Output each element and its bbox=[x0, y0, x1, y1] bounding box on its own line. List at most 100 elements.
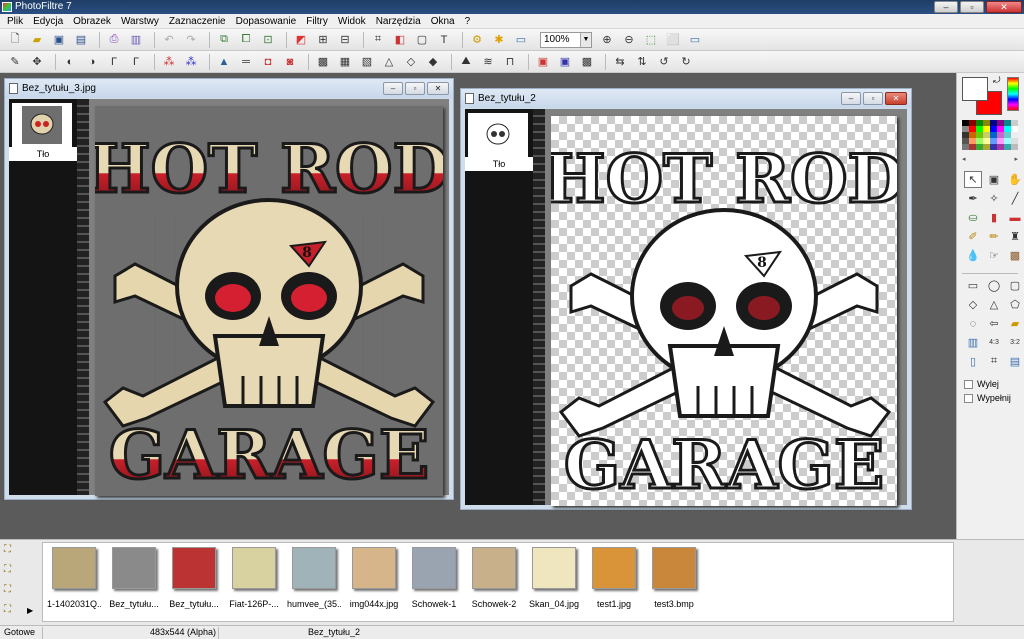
magic-wand-icon[interactable]: ✧ bbox=[985, 190, 1003, 207]
zoom-select[interactable]: 100% ▼ bbox=[540, 31, 592, 48]
drop-icon[interactable]: ◇ bbox=[402, 54, 420, 70]
flip-horizontal-icon[interactable]: ⇆ bbox=[611, 54, 629, 70]
thumbnail-image[interactable] bbox=[352, 547, 396, 589]
plugin-icon[interactable]: ✱ bbox=[490, 32, 508, 48]
palette-swatch[interactable] bbox=[990, 144, 997, 150]
document-titlebar[interactable]: Bez_tytułu_2 – ▫ ✕ bbox=[461, 89, 911, 108]
sharpen-more-icon[interactable]: ▧ bbox=[358, 54, 376, 70]
image-size-icon[interactable]: ⊞ bbox=[314, 32, 332, 48]
pencil-icon[interactable]: ✏ bbox=[985, 228, 1003, 245]
close-button[interactable]: ✕ bbox=[885, 92, 907, 105]
adjust-icon[interactable]: ◧ bbox=[391, 32, 409, 48]
rectangle-icon[interactable]: ▭ bbox=[964, 277, 982, 294]
thumbnail-item[interactable]: Fiat-126P-... bbox=[227, 547, 281, 609]
rotate-left-icon[interactable]: ↺ bbox=[655, 54, 673, 70]
eyedropper-icon[interactable]: ✒ bbox=[964, 190, 982, 207]
fit-image-icon[interactable]: ⬚ bbox=[642, 32, 660, 48]
palette-swatch[interactable] bbox=[983, 144, 990, 150]
ratio-32-icon[interactable]: 3:2 bbox=[1006, 334, 1024, 351]
blur-icon[interactable]: ▩ bbox=[314, 54, 332, 70]
copy-icon[interactable]: ⧉ bbox=[215, 32, 233, 48]
emboss-icon[interactable]: ◆ bbox=[424, 54, 442, 70]
menu-dopasowanie[interactable]: Dopasowanie bbox=[231, 16, 302, 27]
close-button[interactable]: ✕ bbox=[427, 82, 449, 95]
play-icon[interactable]: ▶ bbox=[27, 606, 33, 615]
document-window-1[interactable]: Bez_tytułu_3.jpg – ▫ ✕ Tło 8 HOT ROD GAR… bbox=[4, 78, 454, 500]
crop-icon[interactable]: ⌗ bbox=[369, 32, 387, 48]
thumbnail-image[interactable] bbox=[172, 547, 216, 589]
fill-option[interactable]: Wypełnij bbox=[964, 393, 1011, 403]
automation-icon[interactable]: ⚙ bbox=[468, 32, 486, 48]
color-icon[interactable]: ◩ bbox=[292, 32, 310, 48]
hsv-icon[interactable]: ⁂ bbox=[182, 54, 200, 70]
cursor-move-icon[interactable]: ✥ bbox=[28, 54, 46, 70]
levels-icon[interactable]: ⊓ bbox=[501, 54, 519, 70]
screen-icon[interactable]: ▭ bbox=[512, 32, 530, 48]
maximize-button[interactable]: ▫ bbox=[863, 92, 883, 105]
landscape-icon[interactable]: ⛰ bbox=[457, 54, 475, 70]
palette-swatch[interactable] bbox=[997, 144, 1004, 150]
thumbnail-item[interactable]: img044x.jpg bbox=[347, 547, 401, 609]
flatten-icon[interactable]: ═ bbox=[237, 54, 255, 70]
color-palette[interactable] bbox=[962, 120, 1018, 150]
eraser-icon[interactable]: ▬ bbox=[1006, 209, 1024, 226]
image-canvas[interactable]: 8 HOT ROD GARAGE bbox=[87, 106, 451, 496]
thumbnail-item[interactable]: humvee_(35... bbox=[287, 547, 341, 609]
fullscreen-icon[interactable]: ▭ bbox=[686, 32, 704, 48]
folder-refresh-icon[interactable]: ⛶ bbox=[4, 584, 18, 598]
close-button[interactable]: ✕ bbox=[986, 1, 1022, 13]
soften-icon[interactable]: ▦ bbox=[336, 54, 354, 70]
triangle-icon[interactable]: △ bbox=[985, 296, 1003, 313]
menu-filtry[interactable]: Filtry bbox=[301, 16, 333, 27]
spectrum-bar[interactable] bbox=[1007, 77, 1019, 111]
save-icon[interactable]: ▣ bbox=[50, 32, 68, 48]
zoom-in-icon[interactable]: ⊕ bbox=[598, 32, 616, 48]
select-tool-icon[interactable]: ↖ bbox=[964, 171, 982, 188]
chevron-right-icon[interactable]: ▸ bbox=[1014, 155, 1018, 163]
maximize-button[interactable]: ▫ bbox=[960, 1, 984, 13]
fill-bucket-icon[interactable]: ⛀ bbox=[964, 209, 982, 226]
palette-swatch[interactable] bbox=[969, 144, 976, 150]
thumbnail-item[interactable]: Skan_04.jpg bbox=[527, 547, 581, 609]
arrow-shape-icon[interactable]: ⇦ bbox=[985, 315, 1003, 332]
rounded-rect-icon[interactable]: ▢ bbox=[1006, 277, 1024, 294]
spray-icon[interactable]: ▮ bbox=[985, 209, 1003, 226]
gamma-alt-icon[interactable]: Γ bbox=[127, 54, 145, 70]
swap-colors-icon[interactable]: ⤾ bbox=[993, 75, 1001, 86]
menu-warstwy[interactable]: Warstwy bbox=[116, 16, 164, 27]
save-as-icon[interactable]: ▤ bbox=[72, 32, 90, 48]
actual-size-icon[interactable]: ⬜ bbox=[664, 32, 682, 48]
thumbnail-image[interactable] bbox=[112, 547, 156, 589]
layer-thumbnail[interactable] bbox=[468, 113, 528, 157]
clone-icon[interactable]: ▩ bbox=[1006, 247, 1024, 264]
menu-obrazek[interactable]: Obrazek bbox=[68, 16, 116, 27]
document-window-2[interactable]: Bez_tytułu_2 – ▫ ✕ Tło 8 HOT ROD GARAGE bbox=[460, 88, 912, 510]
vertical-select-icon[interactable]: ▯ bbox=[964, 353, 982, 370]
thumbnail-item[interactable]: Schowek-2 bbox=[467, 547, 521, 609]
layer-thumbnail[interactable] bbox=[12, 103, 72, 147]
thumbnail-item[interactable]: 1-1402031Q... bbox=[47, 547, 101, 609]
menu-narzedzia[interactable]: Narzędzia bbox=[371, 16, 426, 27]
thumbnail-image[interactable] bbox=[652, 547, 696, 589]
crop-select-icon[interactable]: ⌗ bbox=[985, 353, 1003, 370]
thumbnail-item[interactable]: Bez_tytułu... bbox=[107, 547, 161, 609]
gamma-icon[interactable]: Γ bbox=[105, 54, 123, 70]
redo-icon[interactable]: ↷ bbox=[182, 32, 200, 48]
thumbnail-image[interactable] bbox=[532, 547, 576, 589]
brightness-icon[interactable]: ◐ bbox=[61, 54, 79, 70]
menu-widok[interactable]: Widok bbox=[333, 16, 371, 27]
lasso-icon[interactable]: ◌ bbox=[964, 315, 982, 332]
minimize-button[interactable]: – bbox=[934, 1, 958, 13]
menu-edycja[interactable]: Edycja bbox=[28, 16, 68, 27]
outside-option[interactable]: Wylej bbox=[964, 379, 999, 389]
open-shape-icon[interactable]: ▰ bbox=[1006, 315, 1024, 332]
folder-tree-icon[interactable]: ⛶ bbox=[4, 544, 18, 558]
thumbnail-image[interactable] bbox=[592, 547, 636, 589]
thumbnail-item[interactable]: test3.bmp bbox=[647, 547, 701, 609]
frame-select-icon[interactable]: ▥ bbox=[964, 334, 982, 351]
stamp-icon[interactable]: ♜ bbox=[1006, 228, 1024, 245]
palette-scroll[interactable]: ◂ ▸ bbox=[962, 155, 1018, 163]
thumbnail-image[interactable] bbox=[52, 547, 96, 589]
lasso-select-icon[interactable]: ▣ bbox=[985, 171, 1003, 188]
text-icon[interactable]: T bbox=[435, 32, 453, 48]
